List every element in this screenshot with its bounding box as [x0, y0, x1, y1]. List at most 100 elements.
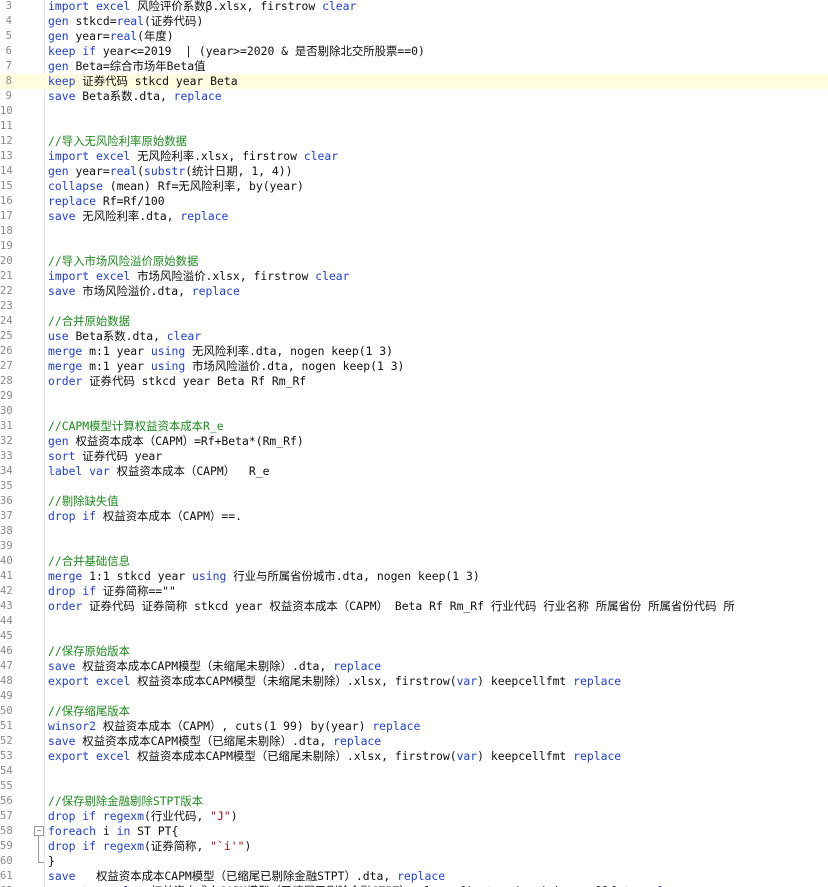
- text-token: (统计日期, 1, 4)): [185, 164, 293, 178]
- code-line[interactable]: 52 save 权益资本成本CAPM模型（已缩尾未剔除）.dta, replace: [0, 734, 828, 749]
- code-line[interactable]: 37 drop if 权益资本成本（CAPM）==.: [0, 509, 828, 524]
- code-line[interactable]: 23: [0, 299, 828, 314]
- code-line[interactable]: 44: [0, 614, 828, 629]
- code-line[interactable]: 61 save 权益资本成本CAPM模型（已缩尾已剔除金融STPT）.dta, r…: [0, 869, 828, 884]
- code-line[interactable]: 36 //剔除缺失值: [0, 494, 828, 509]
- line-code: //保存原始版本: [48, 644, 130, 659]
- function-token: substr: [144, 164, 186, 178]
- code-line[interactable]: 5 gen year=real(年度): [0, 29, 828, 44]
- text-token: 无风险利率.xlsx, firstrow: [137, 149, 304, 163]
- code-line[interactable]: 25 use Beta系数.dta, clear: [0, 329, 828, 344]
- text-token: 权益资本成本CAPM模型（已缩尾未剔除）.xlsx, firstrow(: [137, 749, 457, 763]
- line-code: order 证券代码 stkcd year Beta Rf Rm_Rf: [48, 374, 306, 389]
- line-code: merge m:1 year using 无风险利率.dta, nogen ke…: [48, 344, 393, 359]
- line-code: //剔除缺失值: [48, 494, 119, 509]
- function-token: regexm: [102, 839, 145, 853]
- text-token: 市场风险溢价.dta, nogen keep(1 3): [192, 359, 405, 373]
- code-line[interactable]: 35: [0, 479, 828, 494]
- keyword-token: save: [48, 659, 83, 673]
- code-line[interactable]: 41 merge 1:1 stkcd year using 行业与所属省份城市.d…: [0, 569, 828, 584]
- code-line[interactable]: 32 gen 权益资本成本（CAPM）=Rf+Beta*(Rm_Rf): [0, 434, 828, 449]
- text-token: m:1 year: [89, 344, 151, 358]
- code-line[interactable]: 48 export excel 权益资本成本CAPM模型（未缩尾未剔除）.xlsx…: [0, 674, 828, 689]
- code-line[interactable]: 13 import excel 无风险利率.xlsx, firstrow clea…: [0, 149, 828, 164]
- code-line[interactable]: 33 sort 证券代码 year: [0, 449, 828, 464]
- line-code: order 证券代码 证券简称 stkcd year 权益资本成本（CAPM） …: [48, 599, 735, 614]
- code-line[interactable]: 50 //保存缩尾版本: [0, 704, 828, 719]
- keyword-token: replace: [333, 734, 382, 748]
- keyword-token: export excel: [48, 749, 138, 763]
- code-line[interactable]: 59 drop if regexm(证券简称, "`i'"): [0, 839, 828, 854]
- code-line[interactable]: 8 keep 证券代码 stkcd year Beta: [0, 74, 828, 89]
- code-line[interactable]: 7 gen Beta=综合市场年Beta值: [0, 59, 828, 74]
- line-number: 57: [0, 810, 13, 822]
- code-line[interactable]: 54: [0, 764, 828, 779]
- code-line[interactable]: 22 save 市场风险溢价.dta, replace: [0, 284, 828, 299]
- code-line[interactable]: 19: [0, 239, 828, 254]
- code-line[interactable]: 46 //保存原始版本: [0, 644, 828, 659]
- code-line[interactable]: 21 import excel 市场风险溢价.xlsx, firstrow cle…: [0, 269, 828, 284]
- code-line[interactable]: 14 gen year=real(substr(统计日期, 1, 4)): [0, 164, 828, 179]
- code-editor[interactable]: 3 import excel 风险评价系数β.xlsx, firstrow cle…: [0, 0, 828, 887]
- code-line[interactable]: 56 //保存剔除金融剔除STPT版本: [0, 794, 828, 809]
- line-number: 6: [5, 45, 12, 57]
- code-line[interactable]: 34 label var 权益资本成本（CAPM） R_e: [0, 464, 828, 479]
- code-line[interactable]: 3 import excel 风险评价系数β.xlsx, firstrow cle…: [0, 0, 828, 14]
- code-line[interactable]: 16 replace Rf=Rf/100: [0, 194, 828, 209]
- code-line[interactable]: 27 merge m:1 year using 市场风险溢价.dta, nogen…: [0, 359, 828, 374]
- line-code: keep 证券代码 stkcd year Beta: [48, 74, 238, 89]
- text-token: 证券代码 year: [82, 449, 163, 463]
- code-line[interactable]: 4 gen stkcd=real(证券代码): [0, 14, 828, 29]
- line-number: 28: [0, 375, 13, 387]
- code-line[interactable]: 6 keep if year<=2019 | (year>=2020 & 是否剔除…: [0, 44, 828, 59]
- code-line[interactable]: 38: [0, 524, 828, 539]
- line-code: keep if year<=2019 | (year>=2020 & 是否剔除北…: [48, 44, 425, 59]
- line-number: 31: [0, 420, 13, 432]
- code-line[interactable]: 40 //合并基础信息: [0, 554, 828, 569]
- line-number: 47: [0, 660, 13, 672]
- code-line[interactable]: 57 drop if regexm(行业代码, "J"): [0, 809, 828, 824]
- code-line[interactable]: 28 order 证券代码 stkcd year Beta Rf Rm_Rf: [0, 374, 828, 389]
- code-line[interactable]: 29: [0, 389, 828, 404]
- code-line[interactable]: 10: [0, 104, 828, 119]
- code-line[interactable]: 49: [0, 689, 828, 704]
- comment-token: //合并原始数据: [48, 314, 131, 328]
- code-line[interactable]: 43 order 证券代码 证券简称 stkcd year 权益资本成本（CAPM…: [0, 599, 828, 614]
- code-line[interactable]: 12 //导入无风险利率原始数据: [0, 134, 828, 149]
- code-line[interactable]: 15 collapse (mean) Rf=无风险利率, by(year): [0, 179, 828, 194]
- code-line[interactable]: 51 winsor2 权益资本成本（CAPM）, cuts(1 99) by(ye…: [0, 719, 828, 734]
- code-line[interactable]: 42 drop if 证券简称=="": [0, 584, 828, 599]
- line-code: foreach i in ST PT{: [48, 824, 178, 839]
- code-line[interactable]: 20 //导入市场风险溢价原始数据: [0, 254, 828, 269]
- keyword-token: foreach: [48, 824, 103, 838]
- code-line[interactable]: 39: [0, 539, 828, 554]
- keyword-token: clear: [315, 269, 350, 283]
- keyword-token: save: [48, 869, 83, 883]
- line-code: gen year=real(年度): [48, 29, 174, 44]
- code-line[interactable]: 11: [0, 119, 828, 134]
- text-token: (行业代码,: [144, 809, 211, 823]
- code-line[interactable]: 24 //合并原始数据: [0, 314, 828, 329]
- minus-box-icon[interactable]: −: [34, 826, 44, 836]
- code-line[interactable]: 60}: [0, 854, 828, 869]
- function-token: real: [109, 164, 138, 178]
- line-number: 49: [0, 690, 13, 702]
- string-token: "`i'": [210, 839, 245, 853]
- code-line[interactable]: 18: [0, 224, 828, 239]
- code-line[interactable]: 31 //CAPM模型计算权益资本成本R_e: [0, 419, 828, 434]
- string-token: "J": [210, 809, 231, 823]
- code-line[interactable]: 45: [0, 629, 828, 644]
- code-line[interactable]: 17 save 无风险利率.dta, replace: [0, 209, 828, 224]
- code-line[interactable]: 55: [0, 779, 828, 794]
- code-line[interactable]: 26 merge m:1 year using 无风险利率.dta, nogen …: [0, 344, 828, 359]
- code-line[interactable]: 53 export excel 权益资本成本CAPM模型（已缩尾未剔除）.xlsx…: [0, 749, 828, 764]
- line-number: 10: [0, 105, 13, 117]
- line-number: 20: [0, 255, 13, 267]
- line-code: import excel 无风险利率.xlsx, firstrow clear: [48, 149, 338, 164]
- line-code: label var 权益资本成本（CAPM） R_e: [48, 464, 269, 479]
- code-line[interactable]: 47 save 权益资本成本CAPM模型（未缩尾未剔除）.dta, replace: [0, 659, 828, 674]
- code-line[interactable]: 30: [0, 404, 828, 419]
- text-token: 权益资本成本CAPM模型（已缩尾未剔除）.dta,: [82, 734, 334, 748]
- code-line[interactable]: 9 save Beta系数.dta, replace: [0, 89, 828, 104]
- code-line[interactable]: 58 foreach i in ST PT{−: [0, 824, 828, 839]
